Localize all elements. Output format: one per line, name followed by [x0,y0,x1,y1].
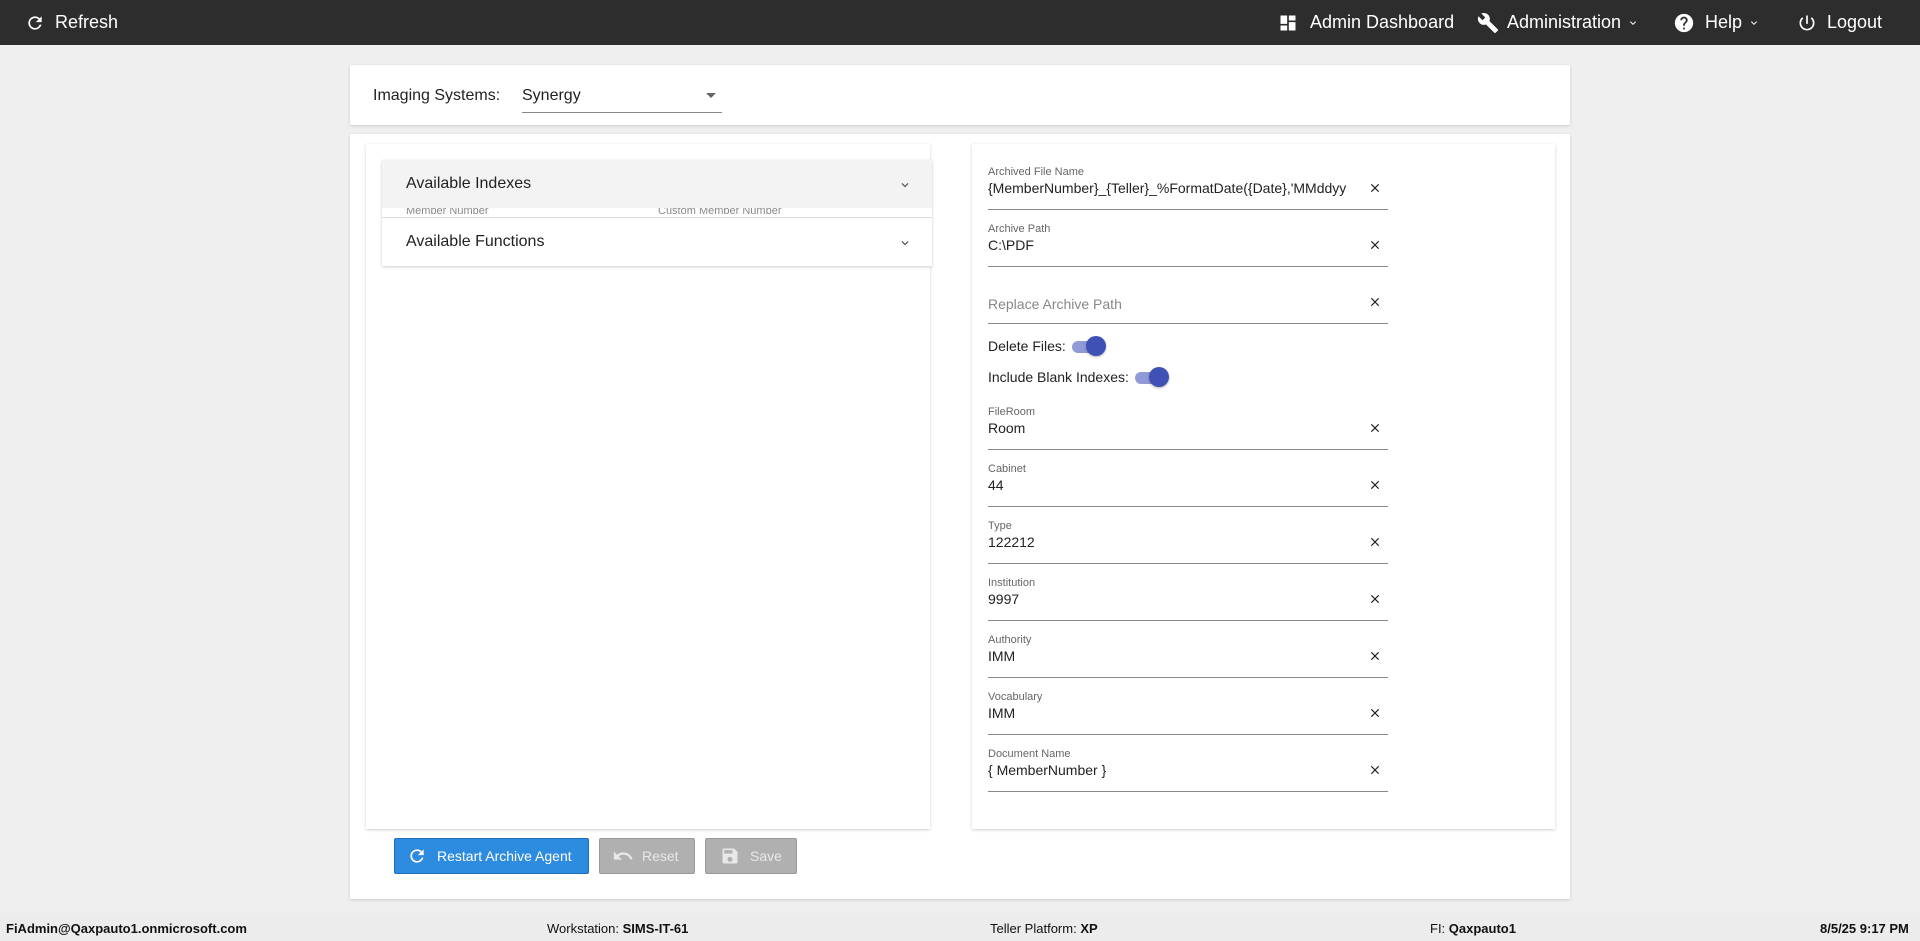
clear-icon[interactable] [1368,295,1382,309]
footer-datetime: 8/5/25 9:17 PM [1820,921,1909,936]
imaging-systems-select[interactable]: Synergy [522,79,722,113]
footer-fi: FI: Qaxpauto1 [1430,921,1516,936]
save-label: Save [750,848,782,864]
available-indexes-header[interactable]: Available Indexes [382,160,932,208]
field-value[interactable]: {MemberNumber}_{Teller}_%FormatDate({Dat… [988,180,1358,196]
admin-dashboard-link[interactable]: Admin Dashboard [1278,0,1454,45]
help-menu[interactable]: Help [1673,0,1760,45]
delete-files-row: Delete Files: [988,336,1106,356]
toggle-thumb [1085,336,1106,356]
field-value[interactable]: IMM [988,705,1358,721]
dashboard-icon [1280,15,1296,30]
field-label: Archived File Name [988,166,1084,178]
vocabulary-field[interactable]: Vocabulary IMM [988,691,1388,735]
left-panel: Available Indexes Member Number Custom M… [366,144,932,829]
footer-workstation: Workstation: SIMS-IT-61 [547,921,689,936]
clear-icon[interactable] [1368,763,1382,777]
imaging-systems-card: Imaging Systems: Synergy [350,65,1570,125]
clear-icon[interactable] [1368,706,1382,720]
power-icon [1799,15,1815,30]
type-field[interactable]: Type 122212 [988,520,1388,564]
delete-files-toggle[interactable] [1070,336,1106,356]
available-functions-label: Available Functions [406,233,545,250]
top-navigation-bar: Refresh Admin Dashboard Administration H… [0,0,1920,45]
available-indexes-content: Member Number Custom Member Number [382,208,932,218]
help-icon [1674,13,1694,32]
clear-icon[interactable] [1368,181,1382,195]
field-label: FileRoom [988,406,1036,418]
include-blank-indexes-label: Include Blank Indexes: [988,369,1129,385]
clear-icon[interactable] [1368,649,1382,663]
fileroom-field[interactable]: FileRoom Room [988,406,1388,450]
archived-file-name-field[interactable]: Archived File Name {MemberNumber}_{Telle… [988,166,1388,210]
available-indexes-label: Available Indexes [406,175,532,192]
administration-menu[interactable]: Administration [1477,0,1639,45]
field-value[interactable]: C:\PDF [988,237,1358,253]
field-value[interactable]: 122212 [988,534,1358,550]
index-item[interactable]: Custom Member Number [658,208,781,217]
help-label: Help [1705,12,1743,32]
archive-path-field[interactable]: Archive Path C:\PDF [988,223,1388,267]
clear-icon[interactable] [1368,421,1382,435]
field-label: Archive Path [988,223,1051,235]
refresh-label: Refresh [55,12,119,32]
field-value[interactable]: Room [988,420,1358,436]
footer-teller-platform: Teller Platform: XP [990,921,1098,936]
include-blank-indexes-toggle[interactable] [1133,367,1169,387]
clear-icon[interactable] [1368,238,1382,252]
index-item[interactable]: Member Number [406,208,489,217]
chevron-down-icon [901,241,909,246]
cabinet-field[interactable]: Cabinet 44 [988,463,1388,507]
available-functions-header[interactable]: Available Functions [382,218,932,266]
dropdown-arrow-icon [706,93,716,98]
clear-icon[interactable] [1368,592,1382,606]
clear-icon[interactable] [1368,535,1382,549]
field-label: Cabinet [988,463,1026,475]
wrench-icon [1477,12,1499,33]
field-value[interactable]: IMM [988,648,1358,664]
floppy-disk-icon [722,848,738,864]
undo-icon [613,851,633,860]
field-label: Institution [988,577,1036,589]
footer-user: FiAdmin@Qaxpauto1.onmicrosoft.com [6,921,247,936]
field-label: Vocabulary [988,691,1043,703]
refresh-icon [28,15,42,30]
chevron-down-icon [1751,20,1758,25]
chevron-down-icon [901,183,909,188]
institution-field[interactable]: Institution 9997 [988,577,1388,621]
indexes-accordion: Available Indexes Member Number Custom M… [382,160,932,266]
refresh-button[interactable]: Refresh [25,0,118,45]
field-value[interactable]: { MemberNumber } [988,762,1358,778]
field-value[interactable]: 9997 [988,591,1358,607]
field-placeholder[interactable]: Replace Archive Path [988,296,1122,312]
toggle-thumb [1148,367,1169,387]
field-value[interactable]: 44 [988,477,1358,493]
logout-label: Logout [1827,12,1883,32]
imaging-systems-label: Imaging Systems: [373,87,501,104]
field-label: Document Name [988,748,1071,760]
document-name-field[interactable]: Document Name { MemberNumber } [988,748,1388,792]
administration-label: Administration [1507,12,1622,32]
delete-files-label: Delete Files: [988,338,1066,354]
clear-icon[interactable] [1368,478,1382,492]
reset-label: Reset [642,848,679,864]
right-panel: Archived File Name {MemberNumber}_{Telle… [972,144,1555,829]
authority-field[interactable]: Authority IMM [988,634,1388,678]
field-label: Type [988,520,1012,532]
reset-button[interactable]: Reset [599,838,695,874]
replace-archive-path-field[interactable]: Replace Archive Path [988,280,1388,324]
restart-archive-agent-button[interactable]: Restart Archive Agent [394,838,589,874]
imaging-systems-value: Synergy [522,87,581,104]
field-label: Authority [988,634,1032,646]
logout-button[interactable]: Logout [1797,0,1882,45]
include-blank-indexes-row: Include Blank Indexes: [988,367,1169,387]
restart-archive-agent-label: Restart Archive Agent [437,848,572,864]
archive-settings-card: Available Indexes Member Number Custom M… [350,134,1570,899]
save-button[interactable]: Save [705,838,797,874]
refresh-icon [410,849,424,863]
status-footer: FiAdmin@Qaxpauto1.onmicrosoft.com Workst… [0,915,1920,941]
admin-dashboard-label: Admin Dashboard [1310,12,1455,32]
chevron-down-icon [1630,20,1637,25]
